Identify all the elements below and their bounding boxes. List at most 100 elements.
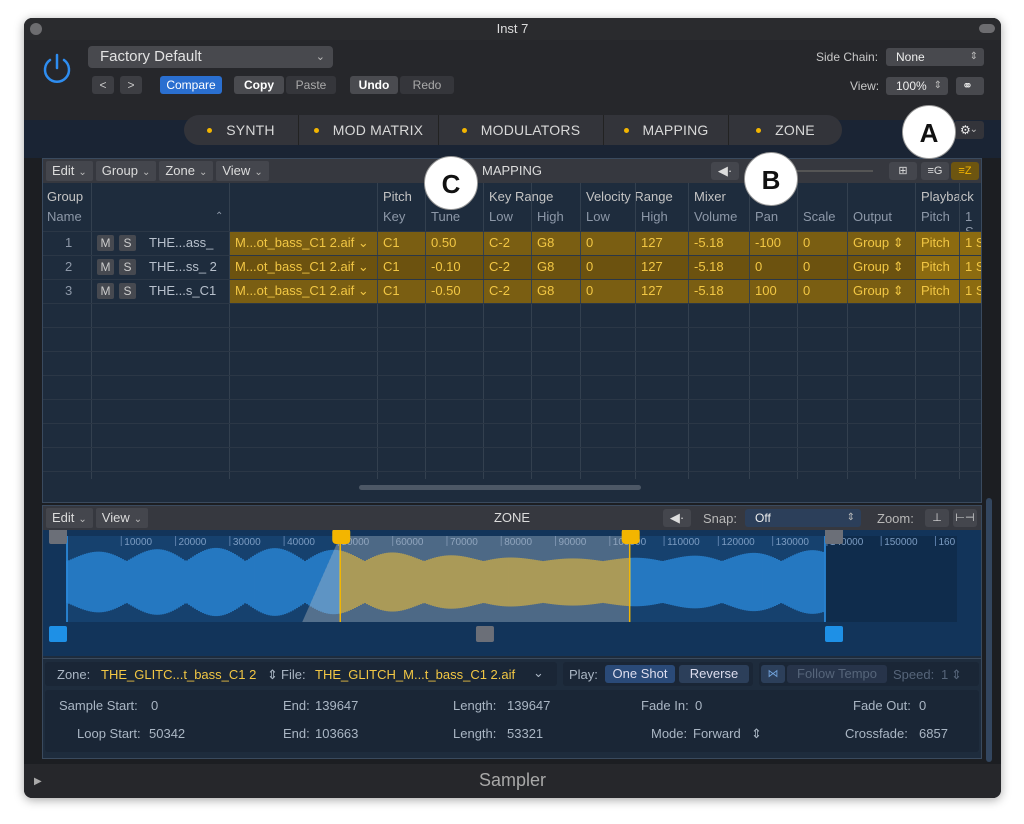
length-value[interactable]: 139647: [507, 698, 550, 713]
cell-volume[interactable]: -5.18: [688, 231, 749, 255]
speaker-icon[interactable]: ◀·: [711, 162, 739, 180]
sample-end-handle[interactable]: [825, 626, 843, 642]
end-value[interactable]: 139647: [315, 698, 358, 713]
cell-low[interactable]: C-2: [483, 255, 531, 279]
one-shot-button[interactable]: One Shot: [605, 665, 675, 683]
zone-view-icon[interactable]: ≡Z: [951, 162, 979, 180]
snap-select[interactable]: Off ⇕: [745, 509, 861, 527]
crossfade-handle[interactable]: [475, 626, 494, 642]
zoom-horizontal-icon[interactable]: ⊢⊣: [953, 509, 977, 527]
cell-scale[interactable]: 0: [797, 255, 847, 279]
file-select[interactable]: THE_GLITCH_M...t_bass_C1 2.aif: [315, 667, 515, 682]
cell-volume[interactable]: -5.18: [688, 255, 749, 279]
power-icon[interactable]: [38, 50, 76, 88]
cell-output[interactable]: Group ⇕: [847, 255, 915, 279]
cell-extra[interactable]: 1 S: [959, 255, 981, 279]
group-name[interactable]: THE...ss_ 2: [143, 255, 217, 279]
table-row[interactable]: 1 M S THE...ass_ M...ot_bass_C1 2.aif ⌄ C1 0.5…: [43, 231, 981, 255]
vertical-scrollbar[interactable]: [986, 498, 992, 762]
table-row[interactable]: 2 M S THE...ss_ 2 M...ot_bass_C1 2.aif ⌄ C1 -0…: [43, 255, 981, 279]
undo-button[interactable]: Undo: [350, 76, 398, 94]
group-name[interactable]: THE...s_C1: [143, 279, 216, 303]
cell-pan[interactable]: 0: [749, 255, 797, 279]
group-menu[interactable]: Group ⌄: [95, 161, 157, 181]
tab-synth[interactable]: SYNTH: [184, 115, 299, 145]
horizontal-scrollbar[interactable]: [359, 485, 641, 490]
cell-extra[interactable]: 1 S: [959, 231, 981, 255]
edit-menu[interactable]: Edit ⌄: [46, 161, 93, 181]
cell-tune[interactable]: -0.10: [425, 255, 483, 279]
cell-vlow[interactable]: 0: [580, 255, 635, 279]
cell-tune[interactable]: -0.50: [425, 279, 483, 303]
loop-region[interactable]: [340, 536, 630, 622]
solo-button[interactable]: S: [119, 235, 136, 251]
cell-vlow[interactable]: 0: [580, 279, 635, 303]
keyboard-view-icon[interactable]: ⊞: [889, 162, 917, 180]
loop-end-value[interactable]: 103663: [315, 726, 358, 741]
loop-start-handle[interactable]: [332, 530, 351, 544]
preset-menu[interactable]: Factory Default ⌄: [88, 46, 333, 68]
mode-select[interactable]: Forward: [693, 726, 741, 741]
cell-low[interactable]: C-2: [483, 279, 531, 303]
table-row[interactable]: 3 M S THE...s_C1 M...ot_bass_C1 2.aif ⌄ C1 -0.…: [43, 279, 981, 303]
mute-button[interactable]: M: [97, 259, 114, 275]
link-toggle-button[interactable]: [979, 24, 995, 33]
settings-menu[interactable]: ⚙ ⌄: [954, 121, 984, 139]
cell-vhigh[interactable]: 127: [635, 231, 688, 255]
cell-low[interactable]: C-2: [483, 231, 531, 255]
previous-preset-button[interactable]: <: [92, 76, 114, 94]
crossfade-value[interactable]: 6857: [919, 726, 948, 741]
cell-high[interactable]: G8: [531, 279, 580, 303]
sample-start-value[interactable]: 0: [151, 698, 158, 713]
cell-file[interactable]: M...ot_bass_C1 2.aif ⌄: [229, 255, 375, 279]
speed-value[interactable]: 1: [941, 667, 948, 682]
next-preset-button[interactable]: >: [120, 76, 142, 94]
cell-volume[interactable]: -5.18: [688, 279, 749, 303]
reverse-button[interactable]: Reverse: [679, 665, 749, 683]
fade-in-handle[interactable]: [49, 530, 67, 544]
sort-icon[interactable]: ⌃: [215, 211, 223, 222]
cell-extra[interactable]: 1 S: [959, 279, 981, 303]
zoom-vertical-icon[interactable]: ⊥: [925, 509, 949, 527]
mute-button[interactable]: M: [97, 235, 114, 251]
speaker-icon[interactable]: ◀·: [663, 509, 691, 527]
cell-file[interactable]: M...ot_bass_C1 2.aif ⌄: [229, 279, 375, 303]
cell-vhigh[interactable]: 127: [635, 255, 688, 279]
view-menu[interactable]: View ⌄: [216, 161, 269, 181]
zone-view-menu[interactable]: View ⌄: [95, 508, 149, 528]
fade-in-value[interactable]: 0: [695, 698, 702, 713]
side-chain-select[interactable]: None ⇕: [886, 48, 984, 66]
cell-vlow[interactable]: 0: [580, 231, 635, 255]
flex-icon[interactable]: ⋈: [761, 665, 785, 683]
cell-key[interactable]: C1: [377, 279, 425, 303]
cell-tune[interactable]: 0.50: [425, 231, 483, 255]
group-name[interactable]: THE...ass_: [143, 231, 213, 255]
link-button[interactable]: ⚭: [956, 77, 984, 95]
mute-button[interactable]: M: [97, 283, 114, 299]
group-view-icon[interactable]: ≡G: [921, 162, 949, 180]
fade-out-handle[interactable]: [825, 530, 843, 544]
loop-length-value[interactable]: 53321: [507, 726, 543, 741]
loop-end-handle[interactable]: [621, 530, 640, 544]
cell-key[interactable]: C1: [377, 255, 425, 279]
paste-button[interactable]: Paste: [286, 76, 336, 94]
zone-name-select[interactable]: THE_GLITC...t_bass_C1 2: [101, 667, 256, 682]
cell-high[interactable]: G8: [531, 255, 580, 279]
cell-pitch[interactable]: Pitch: [915, 255, 959, 279]
copy-button[interactable]: Copy: [234, 76, 284, 94]
cell-pan[interactable]: 100: [749, 279, 797, 303]
cell-high[interactable]: G8: [531, 231, 580, 255]
solo-button[interactable]: S: [119, 283, 136, 299]
waveform-display[interactable]: 1000020000300004000050000600007000080000…: [43, 530, 981, 656]
follow-tempo-button[interactable]: Follow Tempo: [787, 665, 887, 683]
view-zoom-select[interactable]: 100% ⇕: [886, 77, 948, 95]
cell-scale[interactable]: 0: [797, 231, 847, 255]
fade-out-value[interactable]: 0: [919, 698, 926, 713]
loop-start-value[interactable]: 50342: [149, 726, 185, 741]
cell-pitch[interactable]: Pitch: [915, 231, 959, 255]
close-window-button[interactable]: [30, 23, 42, 35]
solo-button[interactable]: S: [119, 259, 136, 275]
tab-modulators[interactable]: MODULATORS: [439, 115, 604, 145]
cell-pitch[interactable]: Pitch: [915, 279, 959, 303]
cell-output[interactable]: Group ⇕: [847, 279, 915, 303]
